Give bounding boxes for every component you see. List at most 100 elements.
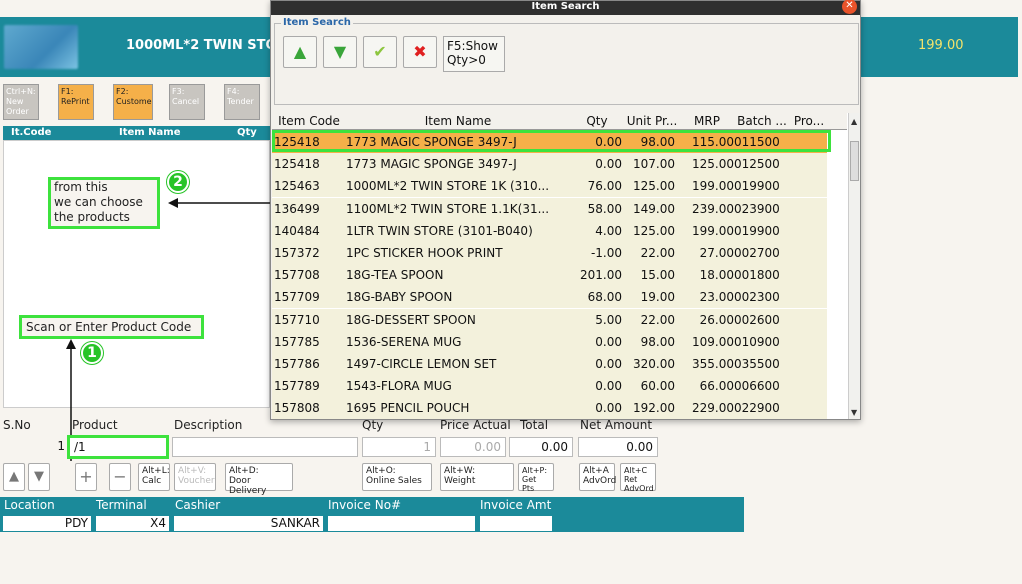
move-down-icon[interactable]: ▼	[323, 36, 357, 68]
calc-button[interactable]: Alt+L: Calc	[138, 463, 170, 491]
col-item-code: It.Code	[11, 127, 52, 138]
cart-grid-header: It.Code Item Name Qty	[3, 126, 270, 140]
col-mrp[interactable]: MRP	[682, 114, 732, 128]
table-row[interactable]: 157710 18G-DESSERT SPOON 5.00 22.00 26.00 002…	[272, 308, 827, 331]
description-field[interactable]	[172, 437, 358, 457]
cell-qty: 0.00	[595, 334, 622, 349]
product-input[interactable]: /1	[67, 435, 169, 459]
cancel-button[interactable]: F3: Cancel	[169, 84, 205, 120]
up-arrow-icon[interactable]: ▲	[3, 463, 25, 491]
plus-button[interactable]: +	[75, 463, 97, 491]
tender-button[interactable]: F4: Tender	[224, 84, 260, 120]
item-results-table: Item Code Item Name Qty Unit Pr... MRP B…	[272, 113, 860, 420]
net-amount-label: Net Amount	[580, 418, 653, 432]
cell-name: 1PC STICKER HOOK PRINT	[346, 246, 503, 260]
table-row[interactable]: 157785 1536-SERENA MUG 0.00 98.00 109.00 0109…	[272, 330, 827, 353]
cell-code: 136499	[274, 201, 320, 216]
cell-name: 1497-CIRCLE LEMON SET	[346, 357, 497, 371]
invoice-no-label: Invoice No#	[328, 498, 402, 512]
cell-qty: 68.00	[587, 290, 622, 305]
table-row[interactable]: 157789 1543-FLORA MUG 0.00 60.00 66.00 006600	[272, 375, 827, 398]
store-logo	[4, 25, 78, 69]
table-row[interactable]: 136499 1100ML*2 TWIN STORE 1.1K(31... 58.0…	[272, 197, 827, 220]
move-up-icon[interactable]: ▲	[283, 36, 317, 68]
cell-up: 19.00	[640, 290, 675, 305]
cell-code: 157789	[274, 379, 320, 394]
cell-mrp: 199.00	[692, 179, 734, 194]
scroll-down-icon[interactable]: ▼	[851, 408, 857, 417]
terminal-value: X4	[96, 516, 169, 531]
cell-batch: 010900	[734, 334, 780, 349]
cell-mrp: 18.00	[699, 268, 734, 283]
cell-up: 320.00	[633, 357, 675, 371]
table-row[interactable]: 125418 1773 MAGIC SPONGE 3497-J 0.00 107.00…	[272, 153, 827, 176]
new-order-button[interactable]: Ctrl+N: New Order	[3, 84, 39, 120]
col-pro[interactable]: Pro...	[792, 114, 826, 128]
sno-label: S.No	[3, 418, 31, 432]
check-icon[interactable]: ✔	[363, 36, 397, 68]
col-item-name: Item Name	[119, 127, 181, 138]
voucher-button[interactable]: Alt+V: Voucher	[174, 463, 216, 491]
location-value: PDY	[3, 516, 91, 531]
get-points-button[interactable]: Alt+P: Get Pts	[518, 463, 554, 493]
cell-code: 140484	[274, 223, 320, 238]
ret-adv-order-button[interactable]: Alt+C Ret AdvOrd	[620, 463, 656, 493]
col-qty: Qty	[237, 127, 257, 138]
cell-name: 1000ML*2 TWIN STORE 1K (310...	[346, 179, 550, 194]
table-row[interactable]: 157808 1695 PENCIL POUCH 0.00 192.00 229.00 0…	[272, 397, 827, 420]
cell-up: 149.00	[633, 201, 675, 216]
scroll-up-icon[interactable]: ▲	[851, 117, 857, 126]
customer-button[interactable]: F2: Custome	[113, 84, 153, 120]
cell-name: 1LTR TWIN STORE (3101-B040)	[346, 223, 533, 238]
annotation-scan-code: Scan or Enter Product Code	[19, 315, 204, 339]
selected-row-highlight	[272, 130, 831, 152]
col-item-name[interactable]: Item Name	[346, 114, 570, 128]
banner-item-title: 1000ML*2 TWIN STOR	[126, 38, 287, 53]
cell-mrp: 26.00	[699, 312, 734, 327]
cell-up: 107.00	[633, 157, 675, 172]
table-row[interactable]: 157709 18G-BABY SPOON 68.00 19.00 23.00 00230…	[272, 286, 827, 309]
cell-mrp: 199.00	[692, 223, 734, 238]
vertical-scrollbar[interactable]: ▲ ▼	[848, 113, 860, 419]
qty-field[interactable]: 1	[362, 437, 436, 457]
cell-name: 18G-DESSERT SPOON	[346, 312, 476, 327]
dialog-title: Item Search	[271, 1, 860, 15]
table-row[interactable]: 157786 1497-CIRCLE LEMON SET 0.00 320.00 355…	[272, 353, 827, 375]
cell-up: 125.00	[633, 223, 675, 238]
weight-button[interactable]: Alt+W: Weight	[440, 463, 514, 491]
cashier-value: SANKAR	[174, 516, 323, 531]
annotation-badge-2: 2	[167, 171, 189, 193]
cancel-icon[interactable]: ✖	[403, 36, 437, 68]
cell-code: 125463	[274, 179, 320, 194]
online-sales-button[interactable]: Alt+O: Online Sales	[362, 463, 432, 491]
reprint-button[interactable]: F1: RePrint	[58, 84, 94, 120]
table-row[interactable]: 140484 1LTR TWIN STORE (3101-B040) 4.00 125…	[272, 219, 827, 242]
total-label: Total	[520, 418, 549, 432]
minus-button[interactable]: −	[109, 463, 131, 491]
cell-batch: 006600	[734, 379, 780, 394]
cell-batch: 012500	[734, 157, 780, 172]
cell-name: 1536-SERENA MUG	[346, 334, 462, 349]
cell-code: 157785	[274, 334, 320, 349]
door-delivery-button[interactable]: Alt+D: Door Delivery	[225, 463, 293, 496]
cell-name: 18G-BABY SPOON	[346, 290, 453, 305]
show-qty-button[interactable]: F5:Show Qty>0	[443, 36, 505, 72]
col-batch[interactable]: Batch ...	[734, 114, 790, 128]
col-item-code[interactable]: Item Code	[274, 114, 344, 128]
col-qty[interactable]: Qty	[572, 114, 622, 128]
cell-name: 1543-FLORA MUG	[346, 379, 452, 394]
table-row[interactable]: 157372 1PC STICKER HOOK PRINT -1.00 22.00 27…	[272, 242, 827, 264]
col-unit-price[interactable]: Unit Pr...	[624, 114, 680, 128]
cell-batch: 019900	[734, 223, 780, 238]
table-row[interactable]: 157708 18G-TEA SPOON 201.00 15.00 18.00 00180…	[272, 264, 827, 287]
cell-qty: 0.00	[595, 379, 622, 394]
terminal-label: Terminal	[96, 498, 147, 512]
scroll-thumb[interactable]	[850, 141, 859, 181]
down-arrow-icon[interactable]: ▼	[28, 463, 50, 491]
adv-order-button[interactable]: Alt+A AdvOrd	[579, 463, 616, 491]
cell-up: 125.00	[633, 179, 675, 194]
table-row[interactable]: 125463 1000ML*2 TWIN STORE 1K (310... 76.0…	[272, 175, 827, 198]
cell-code: 157372	[274, 246, 320, 260]
price-field[interactable]: 0.00	[440, 437, 506, 457]
cell-up: 98.00	[640, 334, 675, 349]
